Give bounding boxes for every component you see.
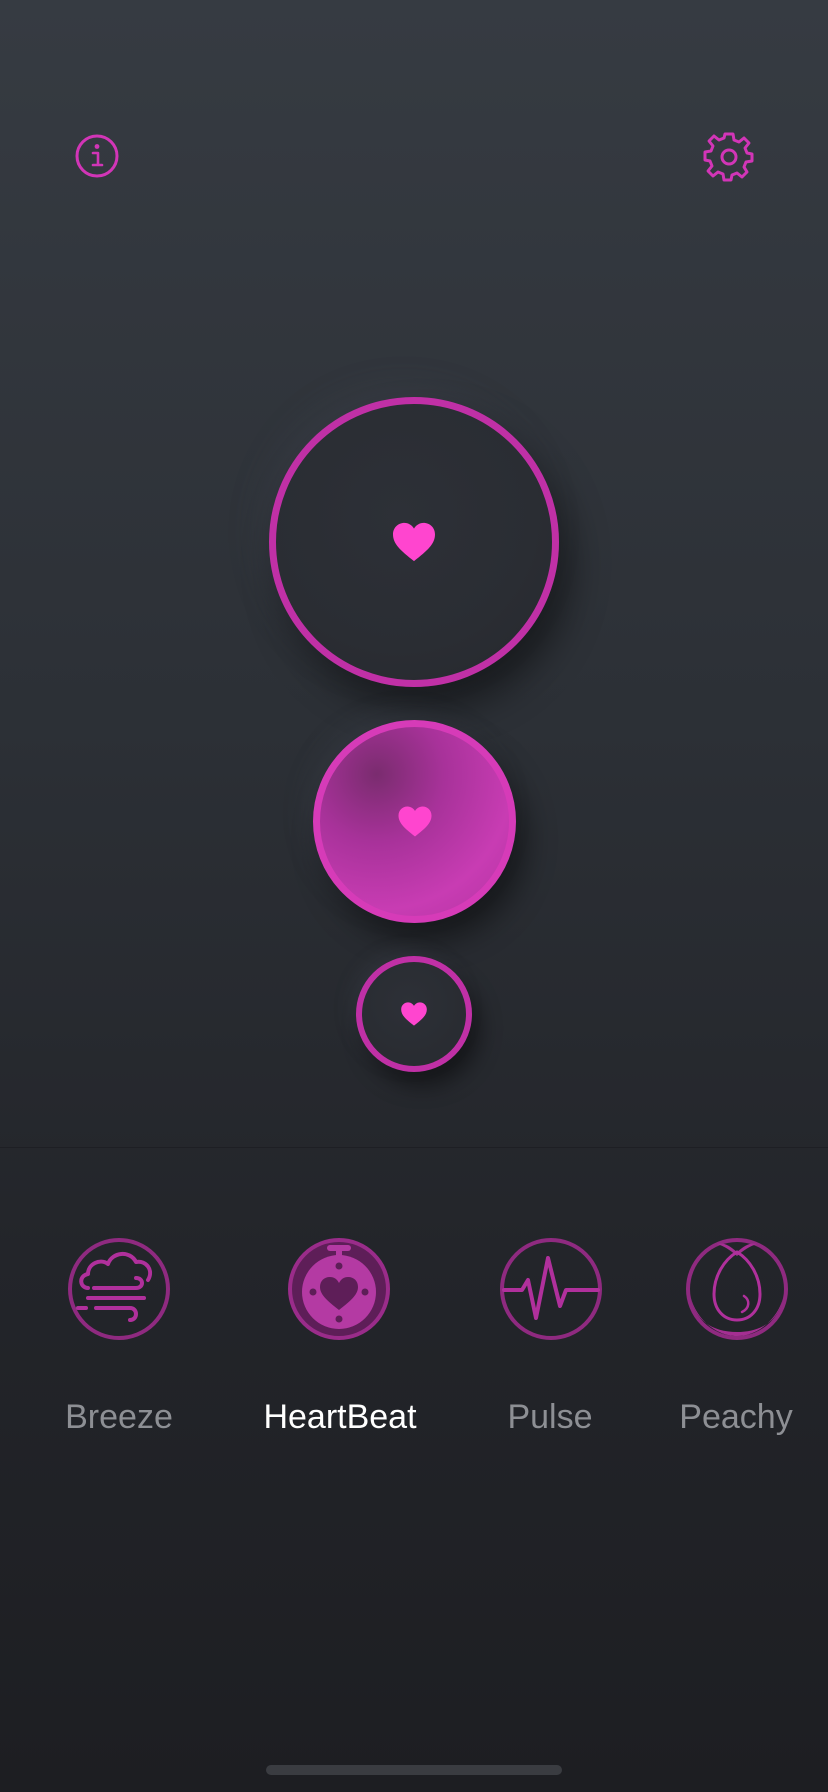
- cloud-wind-icon: [66, 1236, 172, 1342]
- mode-label: HeartBeat: [263, 1398, 417, 1436]
- section-divider: [0, 1147, 828, 1148]
- mode-label: Breeze: [65, 1398, 173, 1436]
- heart-icon: [391, 521, 437, 563]
- peach-icon: [684, 1236, 790, 1342]
- heart-icon: [397, 805, 433, 838]
- gear-icon: [703, 132, 754, 182]
- pulse-wave-icon: [498, 1236, 604, 1342]
- intensity-button-small[interactable]: [356, 956, 472, 1072]
- heart-icon: [400, 1001, 428, 1027]
- info-icon: [75, 134, 119, 178]
- intensity-button-medium[interactable]: [313, 720, 516, 923]
- home-indicator: [266, 1765, 562, 1775]
- heart-timer-icon: [286, 1236, 392, 1342]
- info-button[interactable]: [69, 128, 125, 184]
- intensity-button-large[interactable]: [269, 397, 559, 687]
- mode-label: Peachy: [679, 1398, 793, 1436]
- settings-button[interactable]: [701, 128, 757, 184]
- mode-label: Pulse: [507, 1398, 593, 1436]
